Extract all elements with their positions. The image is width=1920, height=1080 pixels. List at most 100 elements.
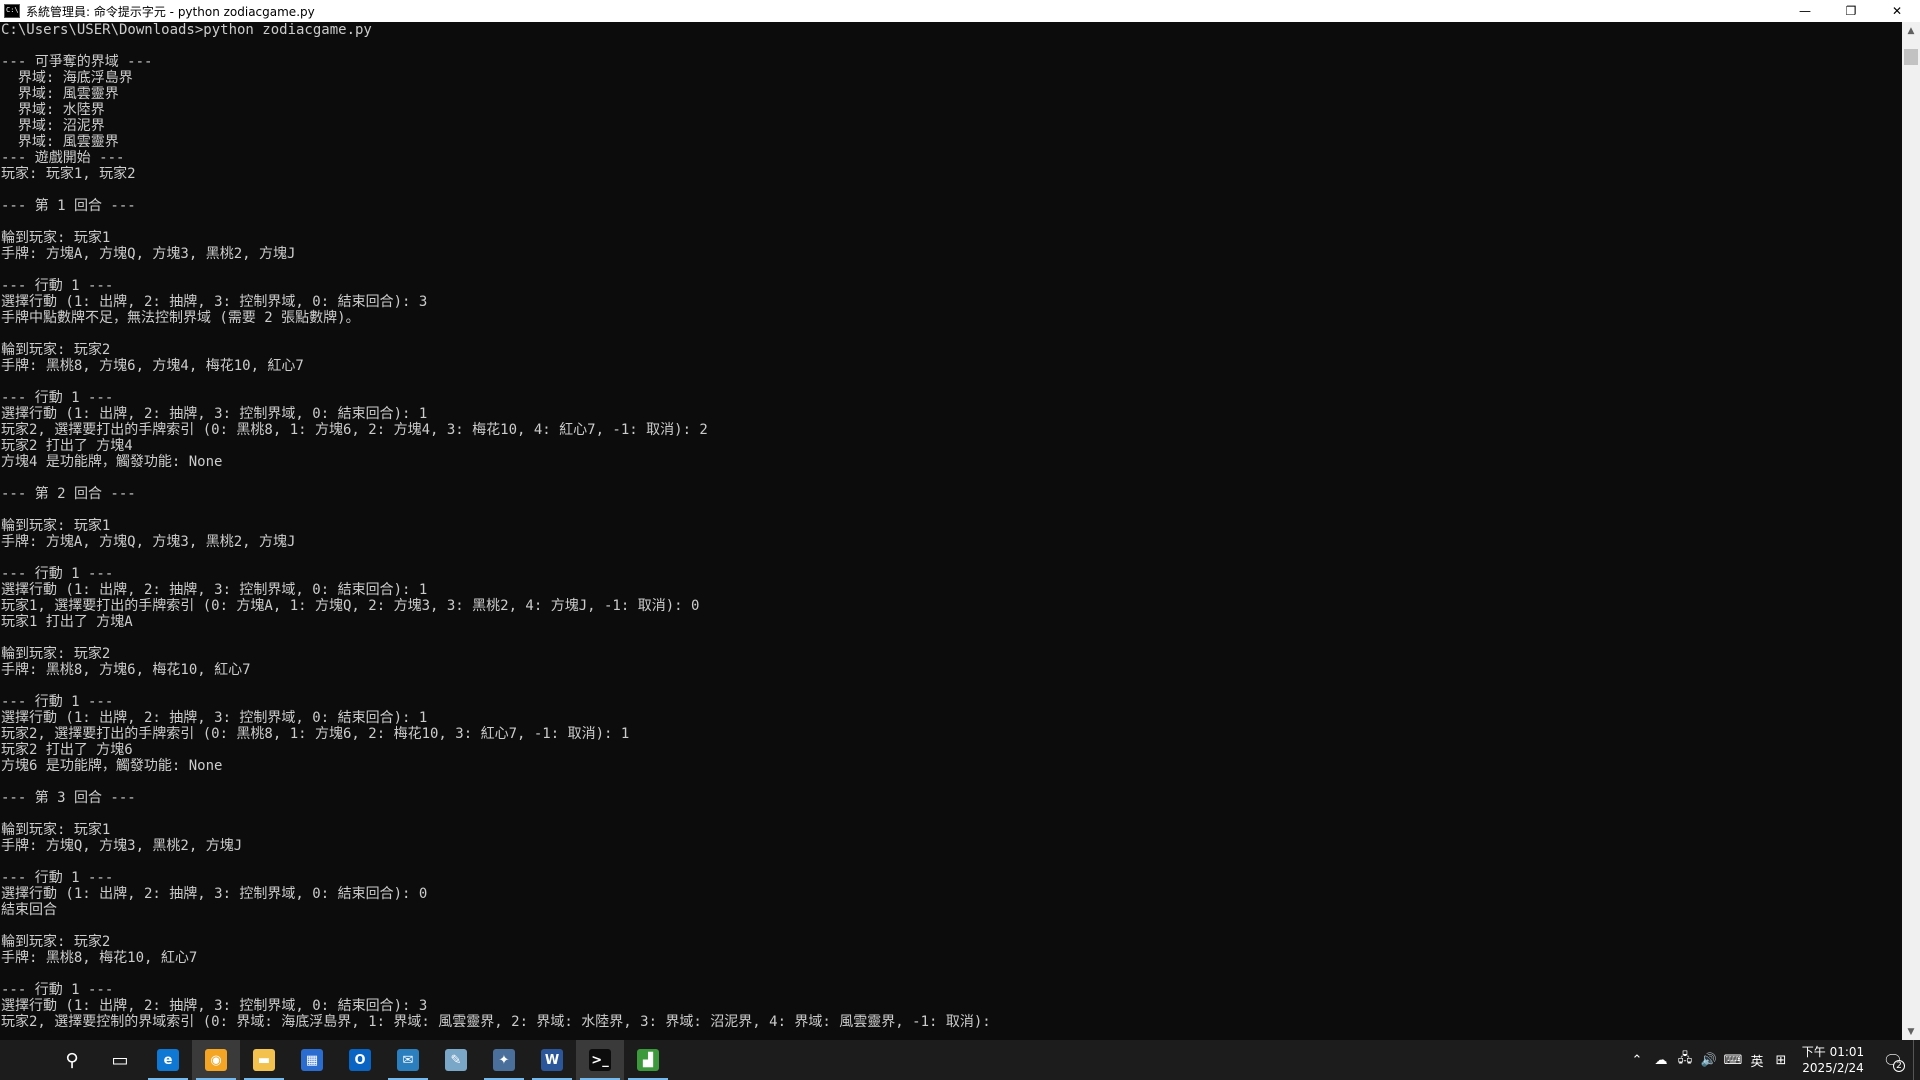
- windows-start-icon: [16, 1052, 33, 1069]
- notes-icon: ✎: [445, 1049, 467, 1071]
- tray-chevron-up-icon[interactable]: ⌃: [1625, 1040, 1649, 1080]
- taskbar: ⚲ ▭ e ◉ ▬ ▦ O ✉ ✎ ✦ W >_ ▟ ⌃ ☁ 🖧 🔊 ⌨ 英 ⊞ 下午 01:01 2025/2/2…: [0, 1040, 1920, 1080]
- mail-app-icon: ✉: [397, 1049, 419, 1071]
- console-line: 輪到玩家: 玩家1: [1, 230, 111, 246]
- console-line: 界域: 海底浮島界: [1, 70, 133, 86]
- chrome-canary-icon: ◉: [205, 1049, 227, 1071]
- console-line: 界域: 沼泥界: [1, 118, 105, 134]
- word-icon: W: [541, 1049, 563, 1071]
- console-line: --- 行動 1 ---: [1, 278, 114, 294]
- console-line: 界域: 風雲靈界: [1, 134, 119, 150]
- tray-volume-icon[interactable]: 🔊: [1697, 1040, 1721, 1080]
- close-button[interactable]: ✕: [1874, 0, 1920, 22]
- system-tray: ⌃ ☁ 🖧 🔊 ⌨ 英 ⊞ 下午 01:01 2025/2/24 🗨 2: [1625, 1040, 1920, 1080]
- console-line: 手牌: 黑桃8, 梅花10, 紅心7: [1, 950, 198, 966]
- taskbar-outlook[interactable]: O: [336, 1040, 384, 1080]
- console-line: 選擇行動 (1: 出牌, 2: 抽牌, 3: 控制界域, 0: 結束回合): 0: [1, 886, 428, 902]
- clock-date: 2025/2/24: [1802, 1061, 1864, 1075]
- taskbar-cmd[interactable]: >_: [576, 1040, 624, 1080]
- console-line: 手牌: 黑桃8, 方塊6, 方塊4, 梅花10, 紅心7: [1, 358, 304, 374]
- console-line: 手牌: 方塊A, 方塊Q, 方塊3, 黑桃2, 方塊J: [1, 534, 296, 550]
- console-line: 選擇行動 (1: 出牌, 2: 抽牌, 3: 控制界域, 0: 結束回合): 3: [1, 998, 428, 1014]
- console-line: 輪到玩家: 玩家2: [1, 342, 111, 358]
- console-line: 手牌: 方塊A, 方塊Q, 方塊3, 黑桃2, 方塊J: [1, 246, 296, 262]
- restore-button[interactable]: ❐: [1828, 0, 1874, 22]
- notification-count-badge: 2: [1893, 1060, 1905, 1072]
- console-line: 選擇行動 (1: 出牌, 2: 抽牌, 3: 控制界域, 0: 結束回合): 3: [1, 294, 428, 310]
- store-icon: ▦: [301, 1049, 323, 1071]
- search-icon: ⚲: [65, 1049, 79, 1071]
- show-desktop-button[interactable]: [1913, 1040, 1920, 1080]
- tray-onedrive-icon[interactable]: ☁: [1649, 1040, 1673, 1080]
- command-prompt-icon: >_: [589, 1049, 611, 1071]
- taskbar-chart-app[interactable]: ▟: [624, 1040, 672, 1080]
- tray-icon-group: ⌃ ☁ 🖧 🔊 ⌨ 英 ⊞: [1625, 1040, 1793, 1080]
- console-line: 玩家2 打出了 方塊4: [1, 438, 133, 454]
- console-line: 方塊4 是功能牌，觸發功能: None: [1, 454, 223, 470]
- task-view-button[interactable]: ▭: [96, 1040, 144, 1080]
- console-line: --- 第 1 回合 ---: [1, 198, 136, 214]
- console-line: --- 行動 1 ---: [1, 390, 114, 406]
- console-line: 界域: 風雲靈界: [1, 86, 119, 102]
- console-line: 輪到玩家: 玩家1: [1, 822, 111, 838]
- console-line: --- 遊戲開始 ---: [1, 150, 125, 166]
- console-line: --- 第 3 回合 ---: [1, 790, 136, 806]
- python-icon: ✦: [493, 1049, 515, 1071]
- title-bar[interactable]: 系統管理員: 命令提示字元 - python zodiacgame.py — ❐…: [0, 0, 1920, 22]
- console-line: 手牌: 方塊Q, 方塊3, 黑桃2, 方塊J: [1, 838, 243, 854]
- console-line: 選擇行動 (1: 出牌, 2: 抽牌, 3: 控制界域, 0: 結束回合): 1: [1, 406, 428, 422]
- scrollbar-thumb[interactable]: [1904, 49, 1918, 65]
- taskbar-file-explorer[interactable]: ▬: [240, 1040, 288, 1080]
- taskbar-store[interactable]: ▦: [288, 1040, 336, 1080]
- task-view-icon: ▭: [111, 1049, 129, 1071]
- taskbar-word[interactable]: W: [528, 1040, 576, 1080]
- console-line: --- 行動 1 ---: [1, 694, 114, 710]
- console-line: 手牌: 黑桃8, 方塊6, 梅花10, 紅心7: [1, 662, 251, 678]
- taskbar-python-app[interactable]: ✦: [480, 1040, 528, 1080]
- taskbar-notes-app[interactable]: ✎: [432, 1040, 480, 1080]
- taskbar-mail-app[interactable]: ✉: [384, 1040, 432, 1080]
- taskbar-chrome[interactable]: ◉: [192, 1040, 240, 1080]
- console-line: 玩家1 打出了 方塊A: [1, 614, 133, 630]
- folder-icon: ▬: [253, 1049, 275, 1071]
- tray-ime-mode-icon[interactable]: 英: [1745, 1040, 1769, 1080]
- scroll-down-arrow-icon[interactable]: ▼: [1902, 1023, 1920, 1040]
- console-line: C:\Users\USER\Downloads>python zodiacgam…: [1, 22, 372, 38]
- command-prompt-window: 系統管理員: 命令提示字元 - python zodiacgame.py — ❐…: [0, 0, 1920, 1040]
- console-line: 玩家2, 選擇要打出的手牌索引 (0: 黑桃8, 1: 方塊6, 2: 梅花10…: [1, 726, 630, 742]
- console-line: 玩家2 打出了 方塊6: [1, 742, 133, 758]
- console-output[interactable]: C:\Users\USER\Downloads>python zodiacgam…: [0, 22, 1902, 1040]
- scroll-up-arrow-icon[interactable]: ▲: [1902, 22, 1920, 39]
- clock[interactable]: 下午 01:01 2025/2/24: [1793, 1040, 1873, 1080]
- console-line: 輪到玩家: 玩家2: [1, 934, 111, 950]
- console-line: 輪到玩家: 玩家2: [1, 646, 111, 662]
- chart-app-icon: ▟: [637, 1049, 659, 1071]
- taskbar-edge[interactable]: e: [144, 1040, 192, 1080]
- window-title: 系統管理員: 命令提示字元 - python zodiacgame.py: [26, 4, 315, 19]
- notification-center-button[interactable]: 🗨 2: [1873, 1040, 1913, 1080]
- console-line: 手牌中點數牌不足，無法控制界域 (需要 2 張點數牌)。: [1, 310, 360, 326]
- tray-keyboard-icon[interactable]: ⌨: [1721, 1040, 1745, 1080]
- search-button[interactable]: ⚲: [48, 1040, 96, 1080]
- taskbar-pinned-apps: ⚲ ▭ e ◉ ▬ ▦ O ✉ ✎ ✦ W >_ ▟: [0, 1040, 672, 1080]
- outlook-icon: O: [349, 1049, 371, 1071]
- tray-network-icon[interactable]: 🖧: [1673, 1040, 1697, 1080]
- console-line: --- 第 2 回合 ---: [1, 486, 136, 502]
- start-button[interactable]: [0, 1040, 48, 1080]
- tray-ime-grid-icon[interactable]: ⊞: [1769, 1040, 1793, 1080]
- minimize-button[interactable]: —: [1782, 0, 1828, 22]
- vertical-scrollbar[interactable]: ▲ ▼: [1902, 22, 1920, 1040]
- console-line: --- 可爭奪的界域 ---: [1, 54, 153, 70]
